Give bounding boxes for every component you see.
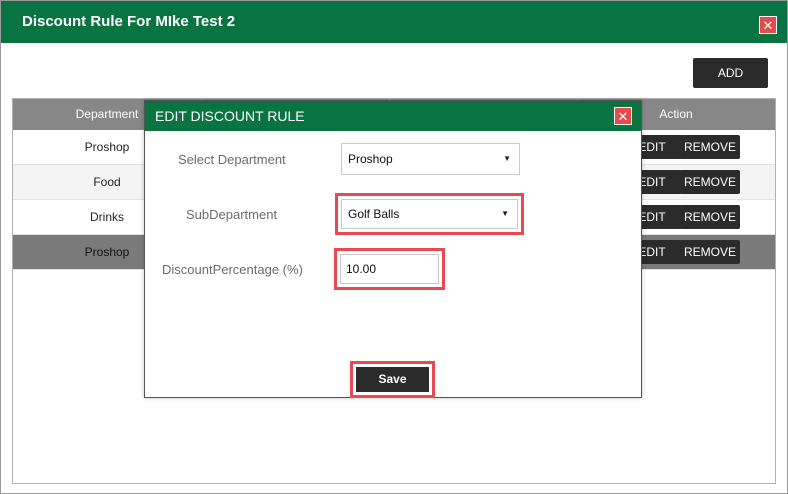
subdepartment-select-value: Golf Balls	[348, 207, 400, 221]
dialog-title: EDIT DISCOUNT RULE	[155, 108, 305, 124]
remove-button[interactable]: REMOVE	[680, 240, 740, 264]
window-close-button[interactable]: ✕	[759, 16, 777, 34]
chevron-down-icon: ▼	[503, 154, 511, 163]
remove-button[interactable]: REMOVE	[680, 205, 740, 229]
window-titlebar: Discount Rule For MIke Test 2 ✕	[1, 1, 787, 43]
edit-discount-rule-dialog: EDIT DISCOUNT RULE ✕ Select Department P…	[144, 100, 642, 398]
remove-button[interactable]: REMOVE	[680, 135, 740, 159]
dialog-close-button[interactable]: ✕	[614, 107, 632, 125]
subdepartment-label: SubDepartment	[186, 207, 278, 222]
discount-percentage-input[interactable]: 10.00	[340, 254, 439, 284]
remove-button[interactable]: REMOVE	[680, 170, 740, 194]
department-select-value: Proshop	[348, 152, 393, 166]
save-button[interactable]: Save	[356, 367, 429, 392]
add-button[interactable]: ADD	[693, 58, 768, 88]
dialog-titlebar: EDIT DISCOUNT RULE ✕	[145, 101, 641, 131]
subdepartment-select[interactable]: Golf Balls ▼	[341, 199, 518, 229]
chevron-down-icon: ▼	[501, 209, 509, 218]
department-select[interactable]: Proshop ▼	[341, 143, 520, 175]
discount-percentage-label: DiscountPercentage (%)	[162, 262, 303, 277]
select-department-label: Select Department	[178, 152, 286, 167]
discount-percentage-value: 10.00	[346, 262, 377, 276]
window-title: Discount Rule For MIke Test 2	[22, 13, 236, 30]
